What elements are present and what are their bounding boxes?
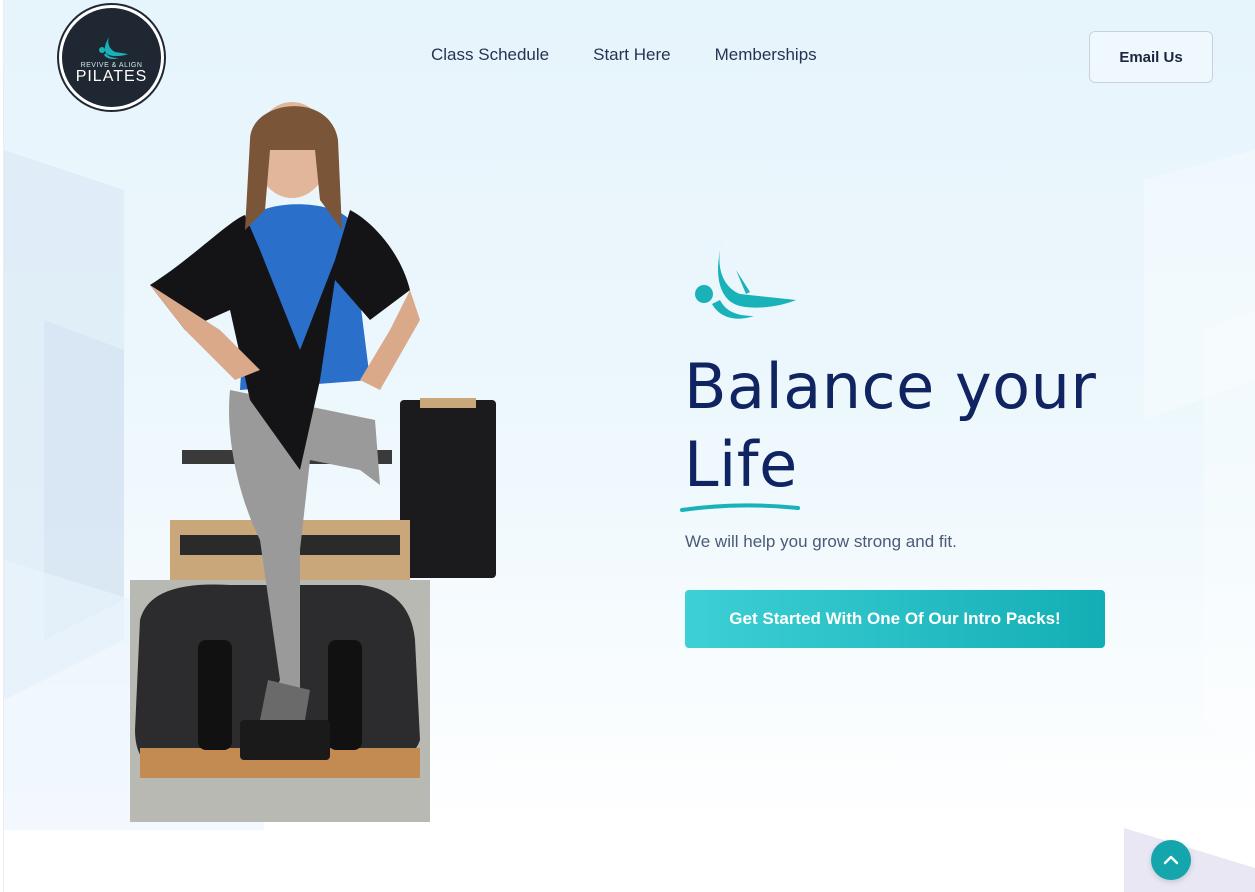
- hero-title-line2: Life: [684, 428, 798, 501]
- hero-photo: [130, 102, 496, 822]
- hero-subtitle: We will help you grow strong and fit.: [685, 532, 957, 551]
- nav-class-schedule[interactable]: Class Schedule: [431, 45, 549, 65]
- scroll-to-top-button[interactable]: [1151, 840, 1191, 880]
- nav-start-here[interactable]: Start Here: [593, 45, 670, 65]
- pilates-figure-icon: [695, 242, 796, 319]
- hero-title-line1: Balance your: [684, 350, 1097, 423]
- hero-title: Balance your Life: [680, 348, 1204, 512]
- page-left-border: [0, 0, 4, 892]
- intro-packs-button[interactable]: Get Started With One Of Our Intro Packs!: [685, 590, 1105, 648]
- title-underline: [680, 503, 800, 512]
- main-nav: Class Schedule Start Here Memberships: [431, 45, 817, 65]
- chevron-up-icon: [1163, 855, 1179, 865]
- email-us-button[interactable]: Email Us: [1089, 31, 1213, 83]
- hero-title-highlight: Life: [680, 426, 800, 512]
- pilates-figure-icon: [98, 36, 128, 59]
- nav-memberships[interactable]: Memberships: [715, 45, 817, 65]
